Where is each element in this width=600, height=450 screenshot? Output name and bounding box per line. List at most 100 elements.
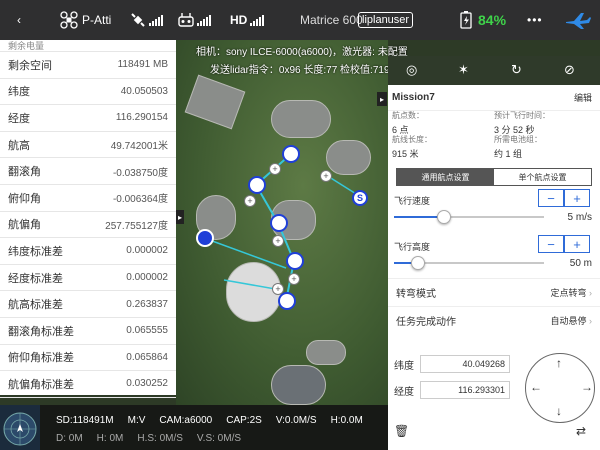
status-row-secondary: D: 0M H: 0M H.S: 0M/S V.S: 0M/S xyxy=(56,433,241,444)
more-menu-button[interactable]: ••• xyxy=(527,0,543,40)
tab-single-waypoint-settings[interactable]: 单个航点设置 xyxy=(494,169,591,185)
longitude-row: 经度 116.293301 xyxy=(388,377,518,403)
height-slider[interactable] xyxy=(394,256,544,270)
telemetry-row: 纬度 40.050503 xyxy=(0,79,176,106)
chevron-right-icon: › xyxy=(589,288,592,298)
mission-summary: 航点数： 6 点 预计飞行时间： 3 分 52 秒 航线长度： 915 米 所需… xyxy=(388,111,600,159)
add-waypoint-handle[interactable]: + xyxy=(272,283,284,295)
add-waypoint-handle[interactable]: + xyxy=(320,170,332,182)
arrow-down-icon[interactable]: ↓ xyxy=(556,404,562,418)
height-increase-button[interactable]: + xyxy=(564,235,590,253)
height-status: H:0.0M xyxy=(330,415,363,426)
speed-increase-button[interactable]: + xyxy=(564,189,590,207)
telemetry-row: 纬度标准差 0.000002 xyxy=(0,238,176,265)
telemetry-row: 航偏角标准差 0.030252 xyxy=(0,371,176,398)
mode-status: M:V xyxy=(127,415,146,426)
add-waypoint-handle[interactable]: + xyxy=(269,163,281,175)
add-waypoint-handle[interactable]: + xyxy=(244,195,256,207)
telemetry-row: 俯仰角 -0.006364度 xyxy=(0,185,176,212)
tab-general-waypoint-settings[interactable]: 通用航点设置 xyxy=(397,169,494,185)
selected-waypoint-marker[interactable] xyxy=(196,229,214,247)
attitude-radar[interactable] xyxy=(0,405,40,450)
arrow-right-icon[interactable]: → xyxy=(581,380,593,394)
height-value: 50 m xyxy=(569,258,592,269)
satellite-map[interactable]: S + + + + + + xyxy=(176,40,388,405)
delete-waypoint-button[interactable]: 🗑 xyxy=(394,424,409,438)
height-setting: 飞行高度 − + 50 m xyxy=(388,232,600,278)
aircraft-model: Matrice 600 xyxy=(300,13,363,27)
add-waypoint-handle[interactable]: + xyxy=(272,235,284,247)
map-tools-strip: ◎ ✶ ↻ ⊘ xyxy=(388,56,600,85)
telemetry-label: 经度 xyxy=(8,112,30,125)
finish-action-label: 任务完成动作 xyxy=(396,317,456,328)
telemetry-panel: 剩余电量 剩余空间 118491 MB 纬度 40.050503 经度 116.290… xyxy=(0,40,176,398)
waypoint-move-pad[interactable]: ↑ ↓ ← → xyxy=(525,353,595,423)
longitude-input[interactable]: 116.293301 xyxy=(420,381,510,399)
collapse-left-panel-button[interactable]: ▸ xyxy=(176,210,184,224)
arrow-left-icon[interactable]: ← xyxy=(530,380,542,394)
telemetry-label: 航偏角 xyxy=(8,219,41,232)
speed-label: 飞行速度 xyxy=(394,196,431,206)
user-badge[interactable]: liplanuser xyxy=(358,0,414,40)
waypoint-marker[interactable] xyxy=(282,145,300,163)
height-stepper: − + xyxy=(538,235,590,253)
latitude-input[interactable]: 40.049268 xyxy=(420,355,510,373)
battery-indicator[interactable]: 84% xyxy=(458,0,506,40)
flight-time: 预计飞行时间： 3 分 52 秒 xyxy=(494,111,596,135)
reverse-route-button[interactable]: ⇄ xyxy=(576,424,586,438)
speed-stepper: − + xyxy=(538,189,590,207)
battery-requirement: 所需电池组： 约 1 组 xyxy=(494,135,596,159)
latitude-row: 纬度 40.049268 xyxy=(388,351,518,377)
waypoint-marker[interactable] xyxy=(278,292,296,310)
compass-icon[interactable]: ⊘ xyxy=(564,62,575,78)
edit-mission-button[interactable]: 编辑 xyxy=(574,91,592,104)
waypoint-count-label: 航点数： xyxy=(392,111,424,120)
refresh-icon[interactable]: ↻ xyxy=(511,62,522,78)
gps-signal-indicator[interactable] xyxy=(130,0,163,40)
finish-action-option[interactable]: 任务完成动作 自动悬停 › xyxy=(388,306,600,334)
back-button[interactable]: ‹ xyxy=(6,0,32,40)
speed-setting: 飞行速度 − + 5 m/s xyxy=(388,186,600,232)
telemetry-label: 剩余电量 xyxy=(8,41,45,51)
satellite-icon xyxy=(131,13,145,27)
speed-decrease-button[interactable]: − xyxy=(538,189,564,207)
start-point-marker[interactable]: S xyxy=(352,190,368,206)
rc-signal-indicator[interactable] xyxy=(178,0,211,40)
speed-value: 5 m/s xyxy=(567,212,592,223)
speed-slider[interactable] xyxy=(394,210,544,224)
add-waypoint-handle[interactable]: + xyxy=(288,273,300,285)
turn-mode-option[interactable]: 转弯模式 定点转弯 › xyxy=(388,278,600,306)
telemetry-label: 航高 xyxy=(8,139,30,152)
flight-mode-indicator[interactable]: P-Atti xyxy=(60,0,111,40)
waypoint-marker[interactable] xyxy=(286,252,304,270)
speed-slider-handle[interactable] xyxy=(437,210,451,224)
app-logo-button[interactable] xyxy=(565,0,591,40)
drone-icon xyxy=(60,11,78,29)
telemetry-value: -0.038750度 xyxy=(112,167,168,179)
mission-title: Mission7 xyxy=(392,92,435,103)
collapse-right-panel-button[interactable]: ▸ xyxy=(377,92,387,106)
remote-controller-icon xyxy=(178,13,194,27)
mission-panel: Mission7 编辑 航点数： 6 点 预计飞行时间： 3 分 52 秒 航线… xyxy=(388,85,600,450)
telemetry-label: 剩余空间 xyxy=(8,59,52,72)
waypoint-marker[interactable] xyxy=(248,176,266,194)
telemetry-label: 经度标准差 xyxy=(8,272,63,285)
video-link-indicator[interactable]: HD xyxy=(230,0,265,40)
height-slider-handle[interactable] xyxy=(411,256,425,270)
route-length-value: 915 米 xyxy=(392,149,419,159)
route-length: 航线长度： 915 米 xyxy=(392,135,494,159)
rc-signal-bars xyxy=(197,14,211,26)
telemetry-row: 航偏角 257.755127度 xyxy=(0,212,176,239)
target-icon[interactable]: ◎ xyxy=(406,62,417,78)
height-decrease-button[interactable]: − xyxy=(538,235,564,253)
altitude-status: H: 0M xyxy=(96,433,124,444)
arrow-up-icon[interactable]: ↑ xyxy=(556,356,562,370)
top-bar: ‹ P-Atti HD Matrice 600 liplanuser 84% •… xyxy=(0,0,600,40)
satellite-view-icon[interactable]: ✶ xyxy=(458,62,469,78)
telemetry-value: 0.065864 xyxy=(126,351,168,363)
waypoint-marker[interactable] xyxy=(270,214,288,232)
radar-icon xyxy=(3,412,37,446)
battery-percent: 84% xyxy=(478,12,507,28)
battery-requirement-value: 约 1 组 xyxy=(494,149,523,159)
flight-time-label: 预计飞行时间： xyxy=(494,111,550,120)
